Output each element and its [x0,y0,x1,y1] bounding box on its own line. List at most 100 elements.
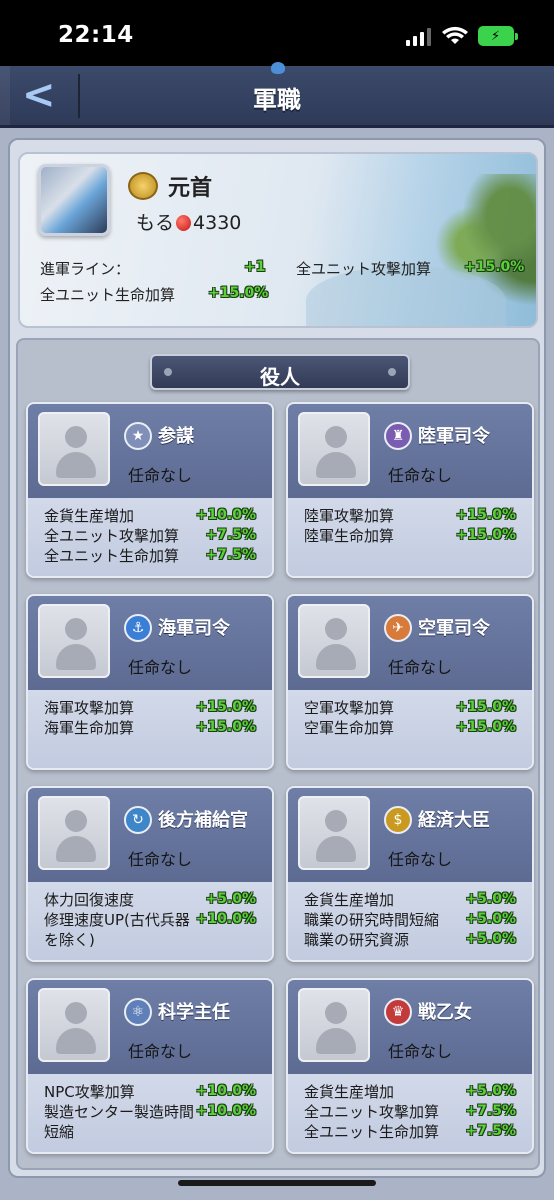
officials-panel: 役人 ★ 参謀 任命なし 金貨生産増加 +10.0% 全ユニット攻撃加算 +7.5% 全ユニッ… [16,338,540,1170]
content-panel: 元首 もる 4330 進軍ライン： +1 全ユニット攻撃加算 +15.0% 全ユニ… [8,138,546,1178]
official-status: 任命なし [128,658,193,677]
official-title: 空軍司令 [418,618,490,639]
bonus-value: +10.0% [195,911,256,927]
person-placeholder-icon [56,836,96,862]
bonus-label: NPC攻撃加算 [44,1083,135,1101]
empty-portrait-slot[interactable] [298,988,370,1062]
navy-badge-icon: ⚓ [124,614,152,642]
person-placeholder-icon [56,644,96,670]
bonus-label: 全ユニット攻撃加算 [44,527,180,545]
person-placeholder-icon [316,836,356,862]
official-title: 経済大臣 [418,810,490,831]
supply-badge-icon: ↻ [124,806,152,834]
army-badge-icon: ♜ [384,422,412,450]
header: < 軍職 [0,62,554,128]
bonus-value: +15.0% [455,527,516,543]
bird-icon [271,62,285,74]
bonus-value: +7.5% [465,1103,516,1119]
home-indicator [178,1180,376,1186]
official-card[interactable]: ★ 参謀 任命なし 金貨生産増加 +10.0% 全ユニット攻撃加算 +7.5% 全ユニット生命… [26,402,274,578]
bonus-label: 海軍生命加算 [44,719,135,737]
bonus-value: +7.5% [205,527,256,543]
bonus-value: +5.0% [465,1083,516,1099]
bonus-value: +7.5% [465,1123,516,1139]
person-placeholder-icon [65,618,87,640]
leader-card: 元首 もる 4330 進軍ライン： +1 全ユニット攻撃加算 +15.0% 全ユニ… [18,152,538,328]
bonus-value: +5.0% [465,911,516,927]
empty-portrait-slot[interactable] [298,412,370,486]
bonus-value: +5.0% [465,891,516,907]
coin-badge-icon: $ [384,806,412,834]
bonus-value: +5.0% [205,891,256,907]
leader-power: 4330 [193,212,242,234]
person-placeholder-icon [65,810,87,832]
bonus-value: +15.0% [195,719,256,735]
empty-portrait-slot[interactable] [38,988,110,1062]
bonus-label: 職業の研究時間短縮 [304,911,440,929]
bonus-value: +5.0% [465,931,516,947]
leader-avatar[interactable] [38,164,110,236]
leader-stat-value: +1 [244,259,266,275]
person-placeholder-icon [325,1002,347,1024]
bonus-label: 全ユニット生命加算 [44,547,180,565]
official-status: 任命なし [388,1042,453,1061]
official-card[interactable]: ♛ 戦乙女 任命なし 金貨生産増加 +5.0% 全ユニット攻撃加算 +7.5% 全ユニット生命… [286,978,534,1154]
leader-name-row: もる 4330 [136,208,241,235]
empty-portrait-slot[interactable] [38,412,110,486]
official-card[interactable]: ↻ 後方補給官 任命なし 体力回復速度 +5.0% 修理速度UP(古代兵器を除く) +10.… [26,786,274,962]
official-card[interactable]: $ 経済大臣任命なし金貨生産増加 +5.0% 職業の研究時間短縮 +5.0% 職業の研究資… [286,786,534,962]
bonus-label: 体力回復速度 [44,891,135,909]
official-card[interactable]: ⚓ 海軍司令任命なし海軍攻撃加算 +15.0% 海軍生命加算 +15.0% [26,594,274,770]
clock: 22:14 [58,22,134,48]
bonus-value: +10.0% [195,507,256,523]
official-card[interactable]: ✈ 空軍司令 任命なし 空軍攻撃加算 +15.0% 空軍生命加算 +15.0% [286,594,534,770]
bonus-label: 空軍攻撃加算 [304,699,395,717]
official-status: 任命なし [128,850,193,869]
bonus-label: 修理速度UP(古代兵器を除く) [44,911,190,949]
bonus-label: 陸軍生命加算 [304,527,395,545]
official-card[interactable]: ♜ 陸軍司令 任命なし 陸軍攻撃加算 +15.0% 陸軍生命加算 +15.0% [286,402,534,578]
person-placeholder-icon [316,452,356,478]
empty-portrait-slot[interactable] [298,796,370,870]
leader-stat-value: +15.0% [208,285,269,301]
bonus-value: +10.0% [195,1083,256,1099]
leader-stat-label: 進軍ライン： [40,260,131,278]
apple-icon [176,215,192,231]
screen: 22:14 ⚡ < 軍職 元首 もる 4330 進軍ライン： +1 全ユニット攻撃… [0,0,554,1200]
person-placeholder-icon [65,1002,87,1024]
officials-title: 役人 [260,365,300,389]
valkyrie-badge-icon: ♛ [384,998,412,1026]
official-status: 任命なし [388,658,453,677]
leader-name: もる [136,212,175,234]
official-title: 海軍司令 [158,618,230,639]
bonus-label: 金貨生産増加 [304,1083,395,1101]
bonus-value: +15.0% [195,699,256,715]
bonus-label: 全ユニット生命加算 [304,1123,440,1141]
empty-portrait-slot[interactable] [38,796,110,870]
leader-stat-value: +15.0% [464,259,525,275]
empty-portrait-slot[interactable] [298,604,370,678]
banner-rivet [388,368,396,376]
leader-stat-label: 全ユニット攻撃加算 [296,260,432,278]
person-placeholder-icon [325,618,347,640]
official-status: 任命なし [388,850,453,869]
bonus-label: 金貨生産増加 [304,891,395,909]
bonus-label: 職業の研究資源 [304,931,410,949]
page-title: 軍職 [253,86,301,114]
bonus-value: +15.0% [455,719,516,735]
official-title: 参謀 [158,426,194,447]
status-bar: 22:14 ⚡ [0,0,554,66]
bonus-label: 全ユニット攻撃加算 [304,1103,440,1121]
person-placeholder-icon [316,1028,356,1054]
official-title: 科学主任 [158,1002,230,1023]
battery-icon: ⚡ [478,26,518,46]
science-badge-icon: ⚛ [124,998,152,1026]
signal-icon [406,28,431,46]
official-status: 任命なし [128,1042,193,1061]
person-placeholder-icon [316,644,356,670]
bonus-label: 海軍攻撃加算 [44,699,135,717]
official-status: 任命なし [128,466,193,485]
bonus-label: 陸軍攻撃加算 [304,507,395,525]
empty-portrait-slot[interactable] [38,604,110,678]
official-card[interactable]: ⚛ 科学主任 任命なし NPC攻撃加算 +10.0% 製造センター製造時間短縮 +10.0% [26,978,274,1154]
